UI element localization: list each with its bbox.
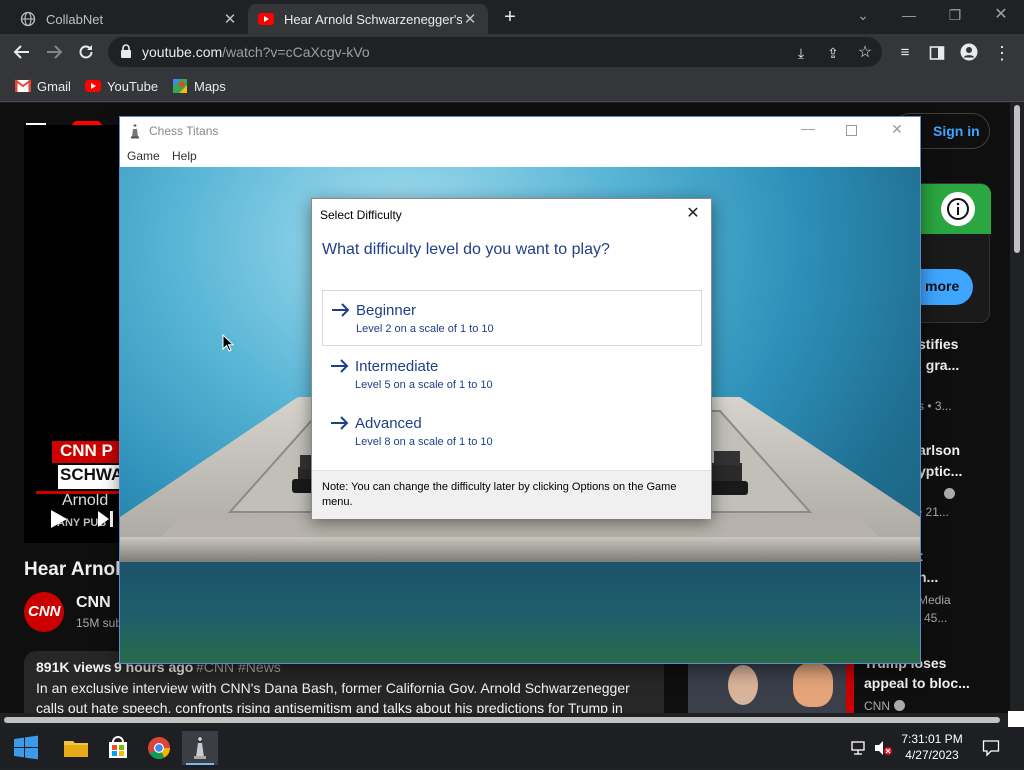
network-icon[interactable] [850,740,868,756]
forward-button[interactable] [42,40,66,64]
next-icon[interactable] [97,509,115,529]
arrow-right-icon [331,359,349,373]
video-title: Hear Arnold [24,559,133,580]
windows-taskbar: 7:31:01 PM 4/27/2023 [0,727,1024,768]
windows-logo-icon [14,735,38,760]
more-menu-icon[interactable]: ⋮ [992,43,1012,63]
lock-icon [121,44,131,58]
mouse-cursor-icon [222,333,235,352]
bookmarks-bar: Gmail YouTube Maps [0,70,1024,102]
menu-help[interactable]: Help [172,149,197,163]
window-title: Chess Titans [149,124,219,138]
verified-icon [944,488,955,499]
tab-title: CollabNet [46,11,104,27]
url-text: youtube.com/watch?v=cCaXcgv-kVo [142,44,370,60]
option-beginner[interactable]: Beginner Level 2 on a scale of 1 to 10 [322,290,702,346]
address-bar[interactable]: youtube.com/watch?v=cCaXcgv-kVo ⤓ ⇪ ☆ [108,37,882,67]
thumbnail-face [728,665,758,705]
youtube-favicon-icon [258,13,274,25]
tab-youtube-video[interactable]: Hear Arnold Schwarzenegger's p ✕ [248,4,488,34]
notification-icon[interactable] [982,739,1000,757]
dialog-note: Note: You can change the difficulty late… [312,470,711,519]
minimize-icon[interactable]: — [796,120,820,136]
board-rim [120,537,920,562]
chess-king-icon [128,123,142,139]
youtube-icon [85,80,101,92]
browser-tab-strip: CollabNet ✕ Hear Arnold Schwarzenegger's… [0,0,1024,34]
menu-bar: Game Help [120,145,920,167]
volume-muted-icon[interactable] [874,740,894,756]
option-advanced[interactable]: Advanced Level 8 on a scale of 1 to 10 [322,404,702,460]
tab-close-icon[interactable]: ✕ [222,10,238,28]
arrow-right-icon [332,303,350,317]
info-icon[interactable] [941,192,975,226]
subscriber-count: 15M sub [76,616,123,630]
bookmark-maps[interactable]: Maps [172,77,226,95]
install-icon[interactable]: ⤓ [792,44,810,62]
floor [120,547,920,663]
option-intermediate[interactable]: Intermediate Level 5 on a scale of 1 to … [322,347,702,403]
media-control-icon[interactable]: ≡ [895,43,915,63]
browser-toolbar: youtube.com/watch?v=cCaXcgv-kVo ⤓ ⇪ ☆ ≡ … [0,34,1024,70]
vertical-scrollbar[interactable] [1010,103,1024,713]
microsoft-store-icon[interactable] [100,731,136,765]
horizontal-scrollbar[interactable] [0,713,1024,727]
tab-search-icon[interactable]: ⌄ [843,4,883,26]
thumbnail-stripe [846,661,854,713]
verified-icon [894,700,905,711]
share-icon[interactable]: ⇪ [824,44,842,62]
related-video-thumbnail[interactable] [688,661,854,713]
scrollbar-thumb[interactable] [4,717,1000,723]
maximize-icon[interactable] [839,123,863,141]
dialog-question: What difficulty level do you want to pla… [322,241,610,258]
play-icon[interactable] [50,509,68,529]
thumbnail-face [793,663,833,707]
close-icon[interactable]: ✕ [885,121,909,138]
channel-avatar[interactable]: CNN [24,592,64,632]
scroll-corner [1008,711,1024,727]
select-difficulty-dialog: Select Difficulty ✕ What difficulty leve… [311,198,712,519]
gmail-icon [15,79,31,92]
start-button[interactable] [8,731,44,765]
new-tab-button[interactable]: + [499,6,521,28]
reload-button[interactable] [74,40,98,64]
globe-icon [20,11,36,27]
tab-close-icon[interactable]: ✕ [462,10,478,28]
chrome-icon[interactable] [141,731,177,765]
profile-icon[interactable] [959,43,979,63]
chess-titans-taskbar-icon[interactable] [182,731,218,765]
close-window-icon[interactable]: ✕ [981,4,1021,26]
scrollbar-thumb[interactable] [1014,105,1020,253]
system-clock[interactable]: 7:31:01 PM 4/27/2023 [896,731,968,763]
restore-icon[interactable]: ❐ [935,4,975,26]
minimize-icon[interactable]: — [889,4,929,26]
menu-game[interactable]: Game [127,149,160,163]
bookmark-gmail[interactable]: Gmail [15,77,71,95]
side-panel-icon[interactable] [927,43,947,63]
back-button[interactable] [10,40,34,64]
dialog-close-icon[interactable]: ✕ [681,203,705,225]
progress-bar[interactable] [36,491,122,494]
bookmark-youtube[interactable]: YouTube [85,77,158,95]
dialog-title: Select Difficulty [320,208,402,222]
board-edge [160,519,880,537]
channel-name[interactable]: CNN [76,594,111,612]
file-explorer-icon[interactable] [58,731,94,765]
window-title-bar[interactable]: Chess Titans — ✕ [120,117,920,145]
maps-icon [173,79,187,93]
arrow-right-icon [331,416,349,430]
tab-collabnet[interactable]: CollabNet ✕ [10,4,248,34]
tab-title: Hear Arnold Schwarzenegger's p [284,11,462,27]
bookmark-star-icon[interactable]: ☆ [856,44,874,62]
